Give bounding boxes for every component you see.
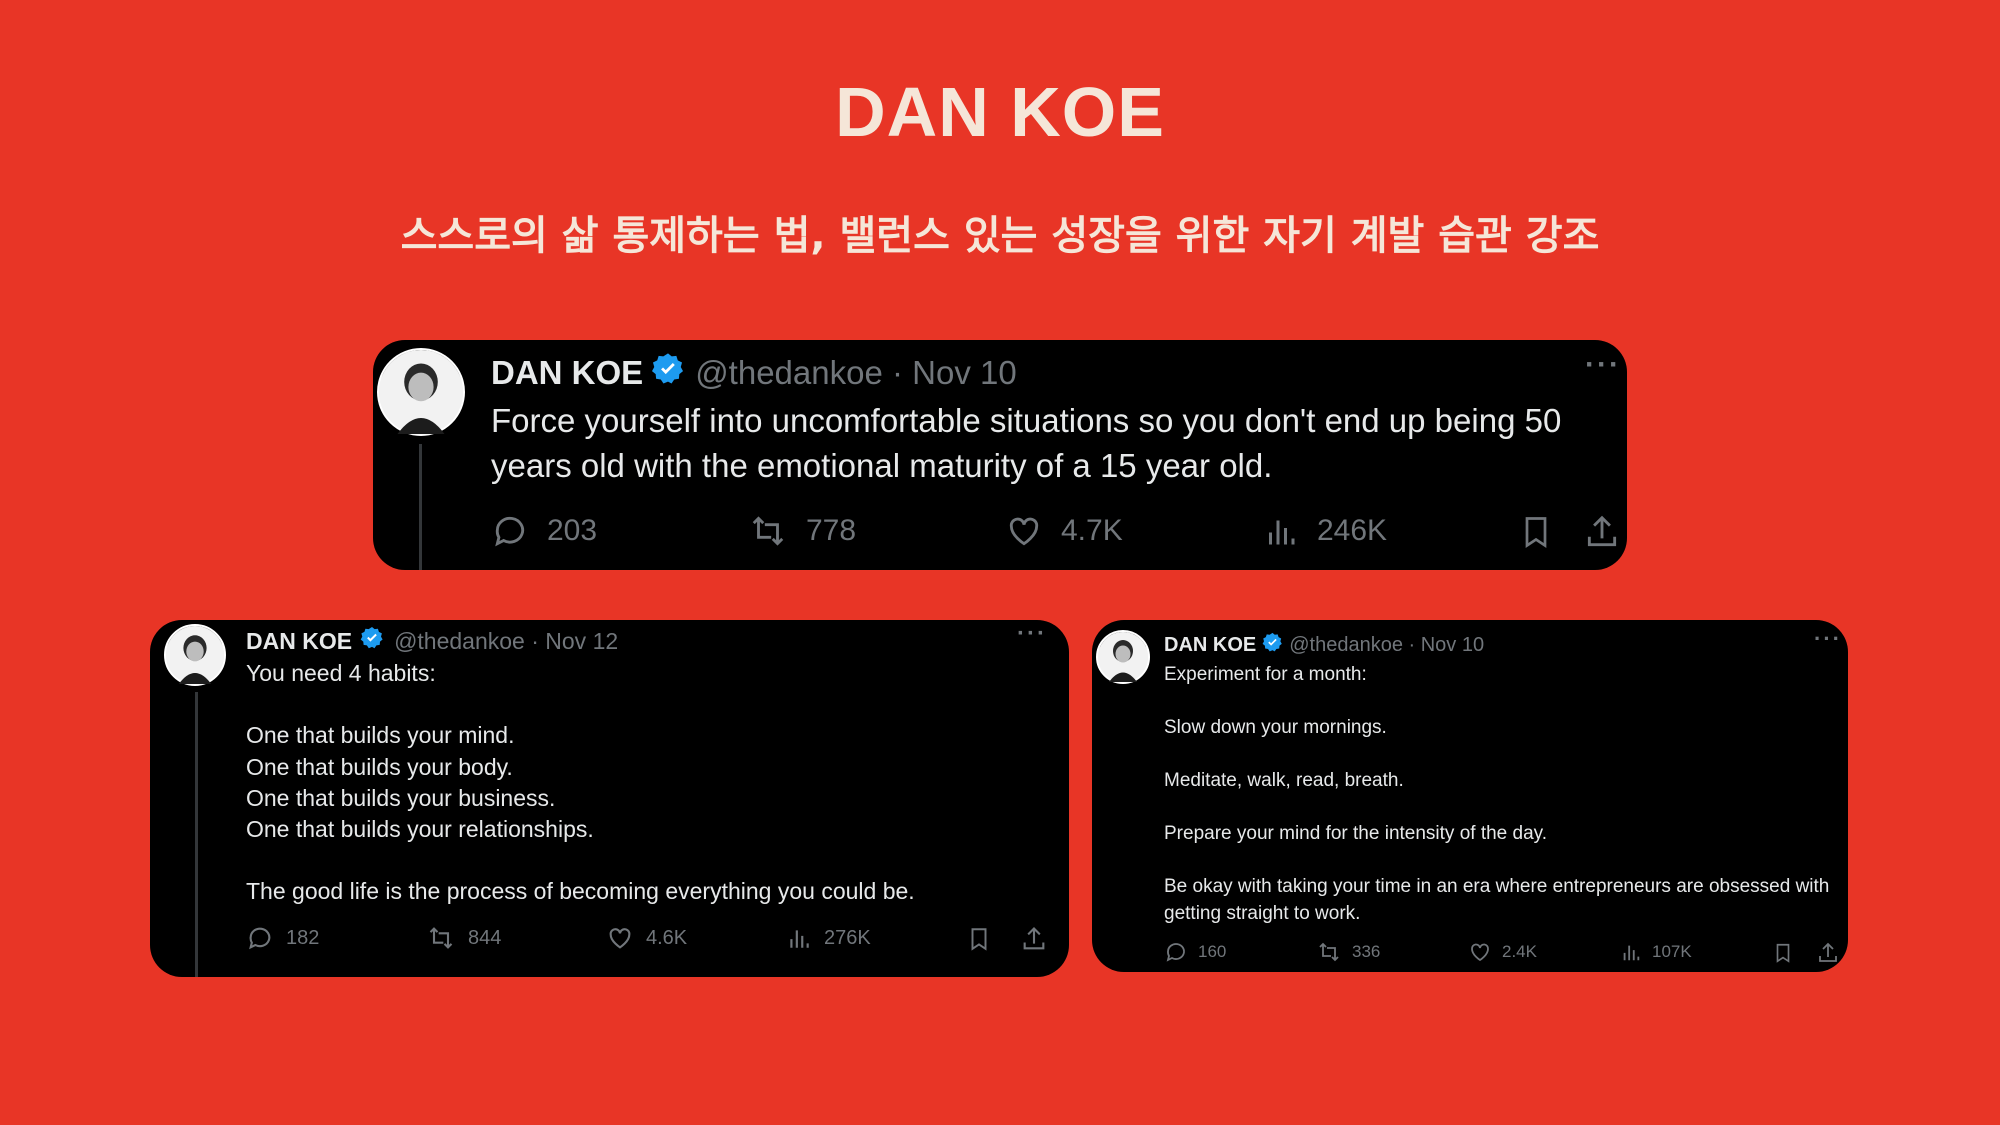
tweet-header: DAN KOE @thedankoe · Nov 12 [246,626,618,656]
more-options-icon[interactable]: ··· [1585,348,1621,382]
like-button[interactable]: 4.6K [606,924,687,952]
views-count: 107K [1652,942,1692,961]
retweet-count: 778 [806,514,857,547]
reply-icon [249,927,271,950]
share-icon [1587,515,1617,547]
views-button[interactable]: 246K [1263,512,1387,550]
author-handle-date[interactable]: @thedankoe · Nov 12 [394,628,618,655]
reply-icon [1166,943,1185,962]
retweet-button[interactable]: 844 [426,924,501,952]
bookmark-icon [971,928,987,951]
retweet-button[interactable]: 336 [1316,940,1380,964]
views-count: 276K [824,926,871,949]
views-icon [1269,520,1295,545]
author-handle-date[interactable]: @thedankoe · Nov 10 [695,354,1017,392]
retweet-icon [429,927,453,949]
page-title: DAN KOE [835,73,1165,151]
views-icon [1623,945,1640,961]
retweet-icon [1319,942,1339,962]
verified-badge-icon [360,626,384,656]
share-button[interactable] [1020,924,1048,954]
author-name[interactable]: DAN KOE [491,354,643,392]
retweet-count: 336 [1352,942,1381,961]
bookmark-button[interactable] [1772,940,1794,966]
author-name[interactable]: DAN KOE [246,628,352,655]
thread-line [419,444,422,570]
like-icon [1009,517,1039,546]
tweet-card[interactable]: DAN KOE @thedankoe · Nov 12 ··· You need… [150,620,1069,977]
views-button[interactable]: 276K [786,924,871,952]
page-subtitle: 스스로의 삶 통제하는 법, 밸런스 있는 성장을 위한 자기 계발 습관 강조 [400,213,1600,259]
tweet-text: Force yourself into uncomfortable situat… [491,402,1562,484]
like-icon [609,928,631,949]
bookmark-icon [1776,943,1790,963]
tweet-card[interactable]: DAN KOE @thedankoe · Nov 10 ··· Force yo… [373,340,1627,570]
retweet-button[interactable]: 778 [748,512,856,550]
reply-count: 182 [286,926,320,949]
tweet-header: DAN KOE @thedankoe · Nov 10 [1164,632,1484,659]
bookmark-button[interactable] [966,924,992,954]
avatar[interactable] [377,348,465,436]
share-icon [1819,942,1837,962]
share-button[interactable] [1816,940,1840,966]
tweet-text: Experiment for a month: Slow down your m… [1164,664,1830,924]
views-count: 246K [1317,514,1388,547]
tweet-card[interactable]: DAN KOE @thedankoe · Nov 10 ··· Experime… [1092,620,1848,972]
like-button[interactable]: 4.7K [1005,512,1123,550]
like-count: 4.7K [1061,514,1123,547]
avatar[interactable] [164,624,226,686]
avatar[interactable] [1096,630,1150,684]
share-icon [1023,927,1045,950]
author-name[interactable]: DAN KOE [1164,634,1256,657]
tweet-header: DAN KOE @thedankoe · Nov 10 [491,352,1017,394]
more-options-icon[interactable]: ··· [1814,626,1842,652]
bookmark-button[interactable] [1518,512,1554,552]
author-handle-date[interactable]: @thedankoe · Nov 10 [1289,634,1484,657]
views-icon [790,930,809,948]
bookmark-icon [1525,517,1547,549]
verified-badge-icon [651,352,685,394]
reply-button[interactable]: 203 [491,512,597,550]
like-count: 2.4K [1502,942,1537,961]
retweet-count: 844 [468,926,502,949]
reply-count: 160 [1198,942,1227,961]
verified-badge-icon [1262,632,1283,659]
reply-icon [495,516,525,547]
like-button[interactable]: 2.4K [1468,940,1537,964]
reply-button[interactable]: 160 [1164,940,1226,964]
views-button[interactable]: 107K [1620,940,1692,964]
tweet-text: You need 4 habits: One that builds your … [246,660,915,905]
reply-button[interactable]: 182 [246,924,319,952]
like-count: 4.6K [646,926,688,949]
share-button[interactable] [1583,512,1621,552]
retweet-icon [752,516,784,546]
thread-line [195,692,198,977]
more-options-icon[interactable]: ··· [1017,620,1047,648]
reply-count: 203 [547,514,598,547]
like-icon [1471,943,1489,962]
